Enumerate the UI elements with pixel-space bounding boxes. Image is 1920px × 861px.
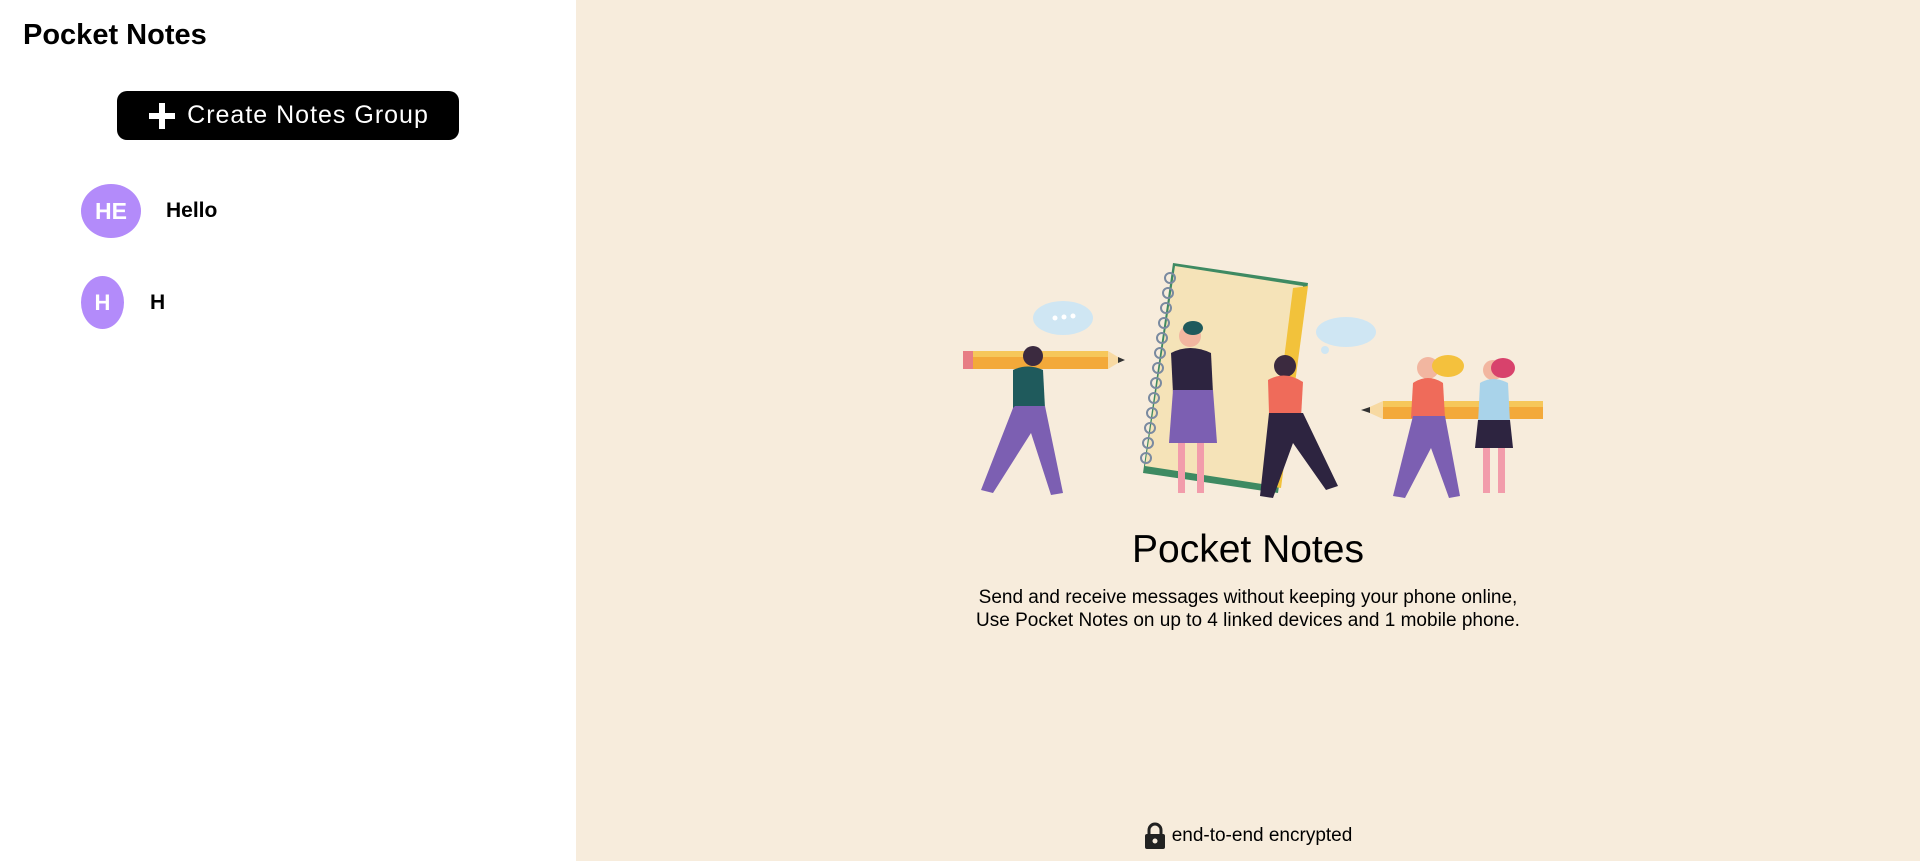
group-name: Hello: [166, 199, 218, 222]
group-item-h[interactable]: H H: [81, 276, 165, 329]
description-line-2: Use Pocket Notes on up to 4 linked devic…: [976, 610, 1520, 631]
lock-icon: [1144, 822, 1165, 849]
description-line-1: Send and receive messages without keepin…: [978, 587, 1518, 608]
pencil-illustration-left: [963, 351, 1125, 369]
encryption-text: end-to-end encrypted: [1171, 825, 1353, 846]
people-with-notebook-illustration: [963, 263, 1543, 498]
person-woman-right-2: [1475, 358, 1515, 493]
sidebar: Pocket Notes Create Notes Group HE Hello…: [0, 0, 576, 861]
group-avatar: HE: [81, 184, 141, 238]
create-notes-group-label: Create Notes Group: [187, 101, 429, 129]
create-notes-group-button[interactable]: Create Notes Group: [117, 91, 459, 140]
group-item-hello[interactable]: HE Hello: [81, 184, 217, 238]
main-panel: Pocket Notes Send and receive messages w…: [576, 0, 1920, 861]
pencil-illustration-right: [1361, 401, 1543, 419]
encryption-footer: end-to-end encrypted: [576, 822, 1920, 850]
main-title: Pocket Notes: [1132, 528, 1364, 571]
app-root: Pocket Notes Create Notes Group HE Hello…: [0, 0, 1920, 861]
app-title: Pocket Notes: [23, 19, 207, 51]
plus-icon: [149, 102, 176, 129]
group-name: H: [150, 290, 166, 314]
group-avatar: H: [81, 276, 124, 329]
person-woman-right-1: [1393, 355, 1464, 498]
main-description: Send and receive messages without keepin…: [576, 586, 1920, 632]
